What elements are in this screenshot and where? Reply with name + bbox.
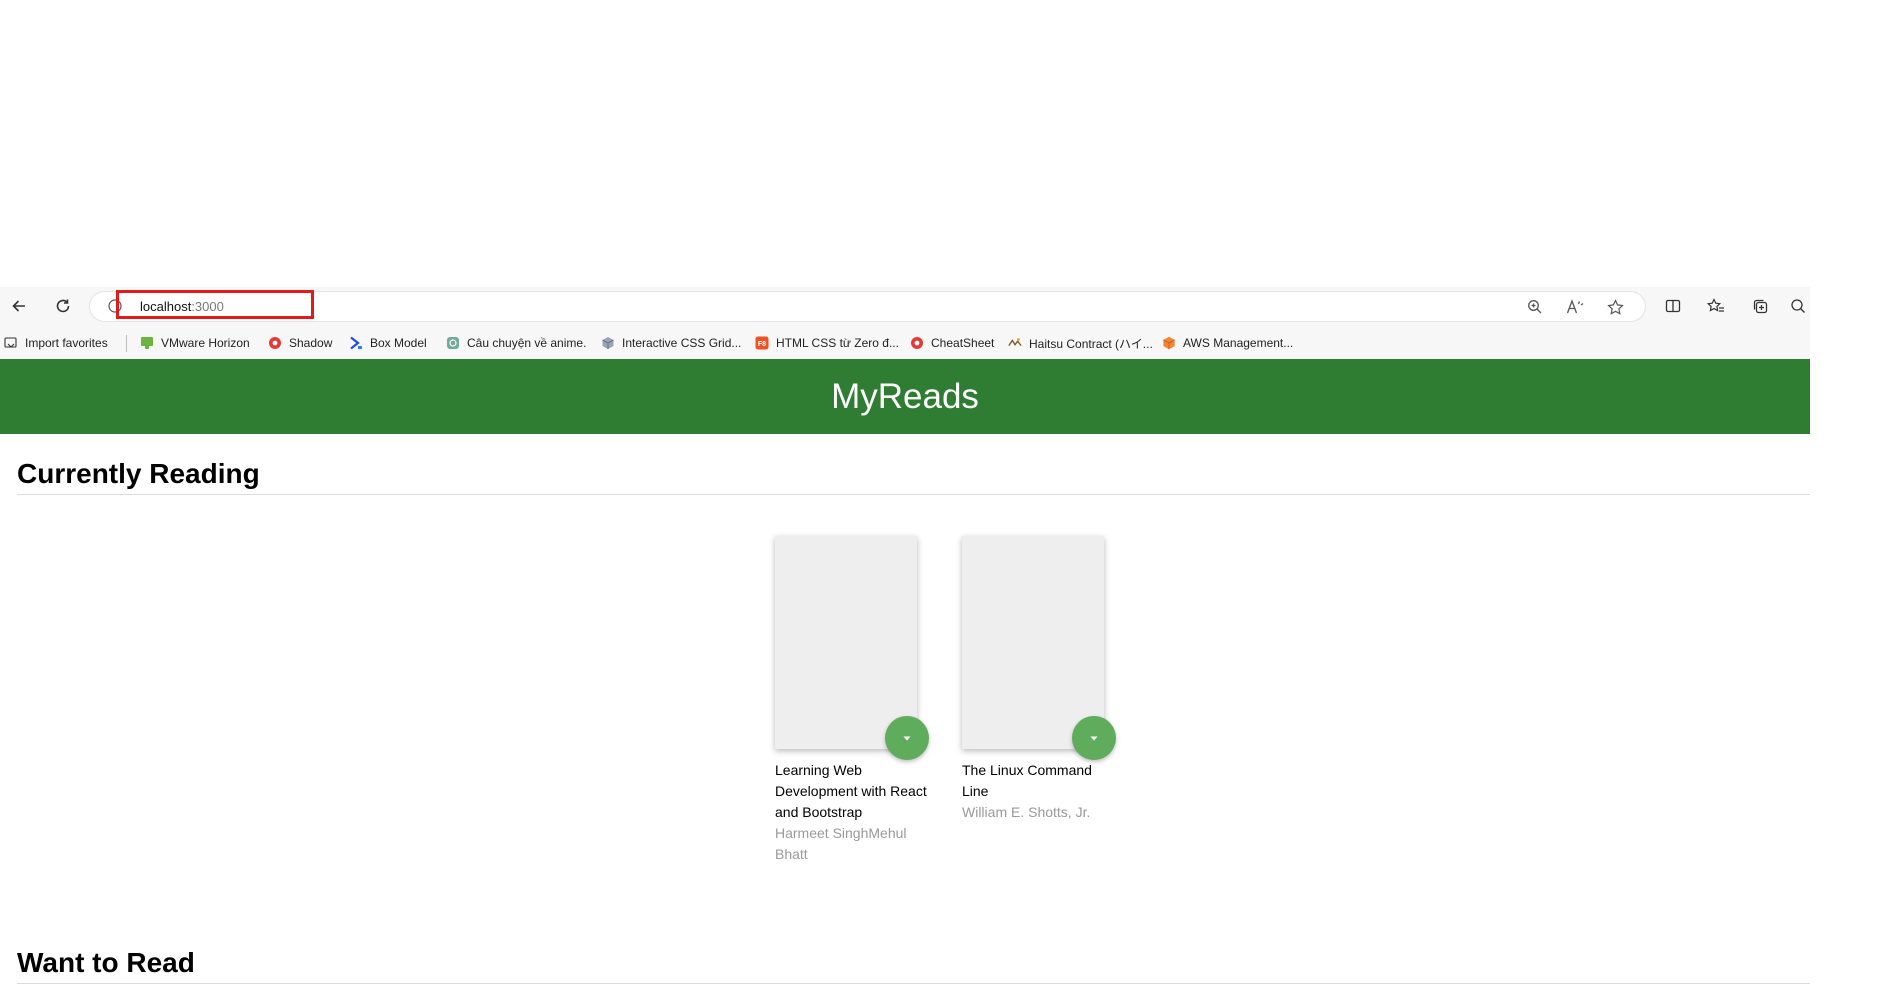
shelf-divider [17,983,1810,984]
svg-text:F8: F8 [758,341,766,348]
book-cover [962,536,1104,749]
split-screen-button[interactable] [1661,294,1685,318]
cube-icon [601,336,615,350]
shelf-changer-button[interactable] [1072,716,1116,760]
book-cover [775,536,917,749]
haitsu-icon [1008,336,1022,350]
star-icon [1606,298,1624,315]
bookmark-label: Box Model [370,336,427,350]
bookmarks-separator [126,335,127,352]
address-bar[interactable]: localhost:3000 [90,292,1645,321]
zoom-icon [1528,300,1542,314]
bookmark-import-favorites[interactable]: Import favorites [4,334,108,352]
f8-icon: F8 [755,336,769,350]
zoom-button[interactable] [1525,297,1545,317]
import-icon [4,336,18,350]
caret-down-icon [903,736,911,741]
back-button[interactable] [6,293,32,319]
bookmark-aws-management[interactable]: AWS Management... [1162,334,1293,352]
bookmark-shadow[interactable]: Shadow [268,334,332,352]
book-authors: Harmeet SinghMehul Bhatt [775,825,907,862]
collections-button[interactable] [1748,294,1772,318]
bookmark-haitsu-contract[interactable]: Haitsu Contract (ハイ... [1008,334,1153,352]
url-highlight-box [116,290,314,319]
collections-icon [1753,299,1767,313]
bookmark-vmware-horizon[interactable]: VMware Horizon [140,334,250,352]
refresh-icon [56,299,70,313]
chatgpt-icon [446,336,460,350]
bookmark-label: Import favorites [25,336,108,350]
extensions-button[interactable] [1790,294,1810,318]
vmware-icon [140,336,154,350]
book-title: Learning Web Development with React and … [775,762,927,820]
back-arrow-icon [12,300,25,312]
bookmark-label: Haitsu Contract (ハイ... [1029,336,1153,351]
browser-chrome: localhost:3000 Import favorites VMware H… [0,287,1810,359]
bookmark-cau-chuyen[interactable]: Câu chuyện về anime. [446,334,586,352]
shelf-changer-button[interactable] [885,716,929,760]
box-model-icon [349,336,363,350]
read-aloud-icon [1566,299,1584,314]
bookmark-label: Câu chuyện về anime. [467,336,587,350]
bookmark-label: CheatSheet [931,336,995,350]
refresh-button[interactable] [50,293,76,319]
bookmark-label: HTML CSS từ Zero đ... [776,336,899,350]
bookmark-label: Interactive CSS Grid... [622,336,742,350]
favorites-button[interactable] [1704,294,1728,318]
bookmark-interactive-css-grid[interactable]: Interactive CSS Grid... [601,334,741,352]
read-aloud-button[interactable] [1565,297,1585,317]
bookmark-html-css-zero[interactable]: F8 HTML CSS từ Zero đ... [755,334,899,352]
browser-toolbar: localhost:3000 [0,287,1810,325]
cheatsheet-icon [910,336,924,350]
book-title: The Linux Command Line [962,762,1092,799]
favorites-icon [1707,298,1724,312]
extensions-icon [1791,299,1805,313]
bookmark-cheatsheet[interactable]: CheatSheet [910,334,994,352]
bookmarks-bar: Import favorites VMware Horizon Shadow B… [0,325,1810,359]
shadow-icon [268,336,282,350]
bookmark-box-model[interactable]: Box Model [349,334,427,352]
bookmark-label: VMware Horizon [161,336,250,350]
split-screen-icon [1665,299,1681,313]
app-header: MyReads [0,359,1810,434]
bookmark-label: AWS Management... [1183,336,1294,350]
shelf-title-currently-reading: Currently Reading [17,458,260,489]
app-title: MyReads [831,376,979,416]
favorite-button[interactable] [1605,297,1625,317]
bookmark-label: Shadow [289,336,333,350]
shelf-title-want-to-read: Want to Read [17,947,195,978]
shelf-divider [17,494,1810,495]
caret-down-icon [1090,736,1098,741]
book-authors: William E. Shotts, Jr. [962,804,1091,820]
aws-icon [1162,336,1176,350]
